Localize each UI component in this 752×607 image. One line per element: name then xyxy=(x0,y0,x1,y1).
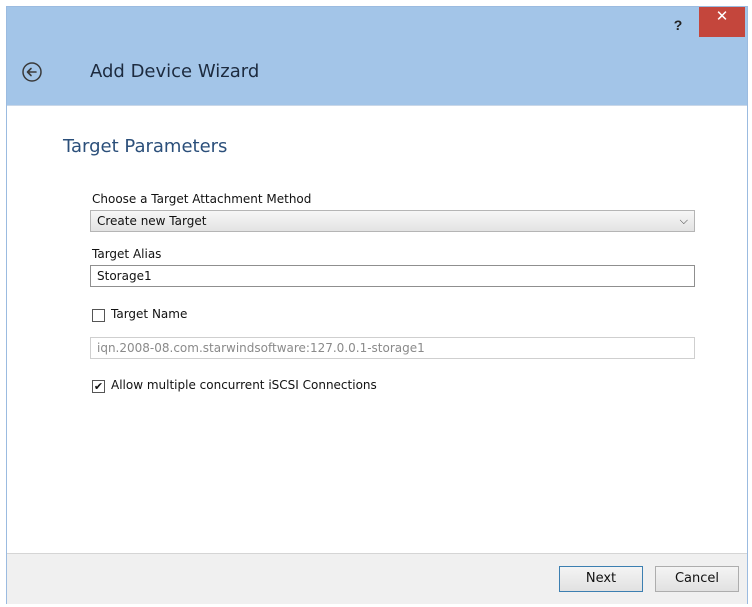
target-name-input: iqn.2008-08.com.starwindsoftware:127.0.0… xyxy=(90,337,695,359)
wizard-content: Target Parameters Choose a Target Attach… xyxy=(7,105,747,554)
target-name-value: iqn.2008-08.com.starwindsoftware:127.0.0… xyxy=(97,341,425,355)
target-name-checkbox[interactable] xyxy=(92,309,105,322)
close-button[interactable]: ✕ xyxy=(699,7,745,37)
title-bar: ? ✕ xyxy=(7,7,747,41)
wizard-footer: Next Cancel xyxy=(7,553,747,604)
target-name-label: Target Name xyxy=(111,307,188,321)
wizard-window: ? ✕ Add Device Wizard Target Parameters … xyxy=(6,6,748,604)
checkmark-icon: ✔ xyxy=(93,380,104,393)
target-alias-input[interactable]: Storage1 xyxy=(90,265,695,287)
chevron-down-icon: ⌵ xyxy=(679,214,688,227)
close-icon: ✕ xyxy=(715,7,729,25)
help-button[interactable]: ? xyxy=(665,15,691,35)
page-title: Target Parameters xyxy=(63,136,228,157)
multi-connections-label: Allow multiple concurrent iSCSI Connecti… xyxy=(111,378,377,392)
cancel-button[interactable]: Cancel xyxy=(655,566,739,592)
target-alias-label: Target Alias xyxy=(92,247,162,261)
attach-method-dropdown[interactable]: Create new Target ⌵ xyxy=(90,210,695,232)
wizard-header: Add Device Wizard xyxy=(7,47,747,105)
back-arrow-icon[interactable] xyxy=(21,61,43,83)
multi-connections-checkbox[interactable]: ✔ xyxy=(92,380,105,393)
attach-method-label: Choose a Target Attachment Method xyxy=(92,192,312,206)
attach-method-value: Create new Target xyxy=(97,214,207,228)
next-button[interactable]: Next xyxy=(559,566,643,592)
wizard-title: Add Device Wizard xyxy=(90,61,260,82)
target-alias-value: Storage1 xyxy=(97,269,152,283)
